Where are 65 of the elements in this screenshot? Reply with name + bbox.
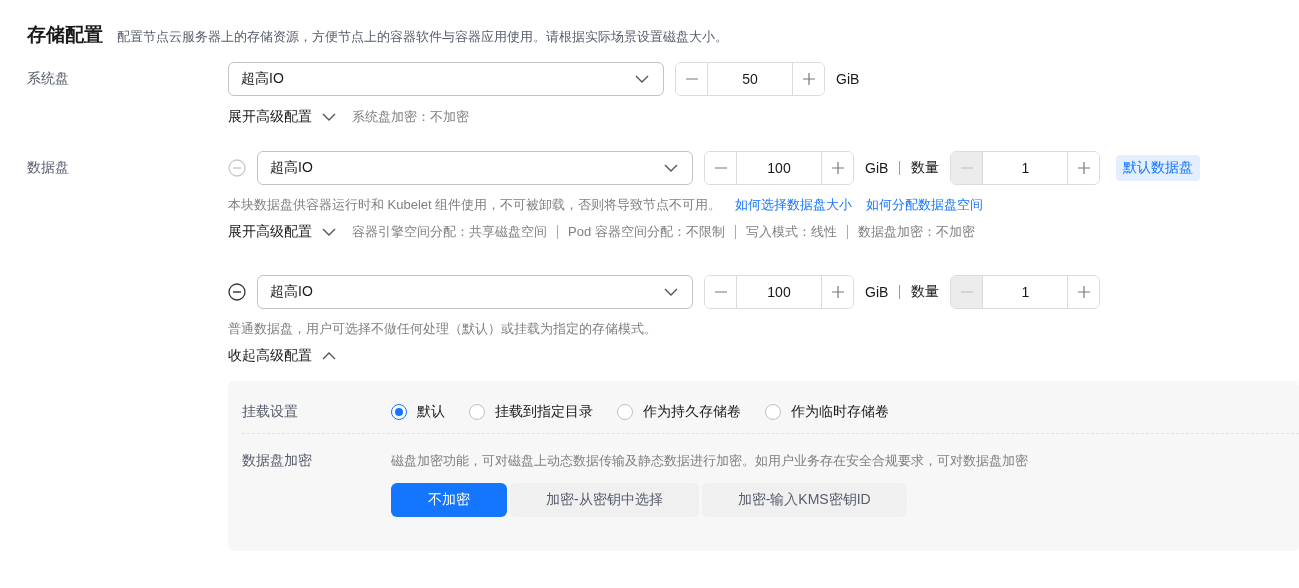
config-summary: Pod 容器空间分配：不限制 [557,225,735,239]
chevron-down-icon [322,228,336,236]
number-stepper[interactable]: 1 [950,275,1101,309]
encryption-description: 磁盘加密功能，可对磁盘上动态数据传输及静态数据进行加密。如用户业务存在安全合规要求，可对数据盘加密 [391,452,1028,470]
count-label: 数量 [911,159,940,177]
chevron-down-icon [664,288,678,296]
radio-option[interactable]: 默认 [391,403,445,421]
stepper-value: 100 [766,159,792,178]
increment-button[interactable] [792,63,824,95]
help-link[interactable]: 如何选择数据盘大小 [735,196,853,214]
field-label: 数据盘加密 [242,452,313,470]
disk-type-select[interactable]: 超高IO [228,62,664,96]
plus-icon [802,73,815,85]
plus-icon [1077,162,1090,174]
increment-button[interactable] [1067,152,1100,184]
advanced-toggle[interactable]: 展开高级配置 [228,223,336,241]
encryption-option[interactable]: 加密-从密钥中选择 [510,483,699,517]
config-summary: 系统盘加密：不加密 [351,110,470,124]
number-stepper[interactable]: 100 [704,151,854,185]
remove-icon[interactable] [228,283,246,301]
advanced-toggle[interactable]: 收起高级配置 [228,347,336,365]
number-stepper[interactable]: 50 [675,62,825,96]
field-label: 数据盘 [27,158,70,177]
field-label: 系统盘 [27,69,70,88]
increment-button[interactable] [1067,276,1100,308]
unit-label: GiB [836,71,860,87]
chevron-down-icon [322,113,336,121]
stepper-value: 1 [1020,283,1031,302]
count-label: 数量 [911,283,940,301]
stepper-value: 50 [741,70,759,89]
advanced-toggle[interactable]: 展开高级配置 [228,108,336,126]
radio-option[interactable]: 作为持久存储卷 [617,403,741,421]
disk-note: 普通数据盘，用户可选择不做任何处理（默认）或挂载为指定的存储模式。 [228,320,657,338]
chevron-down-icon [635,75,649,83]
encryption-option[interactable]: 不加密 [391,483,507,517]
decrement-button[interactable] [705,152,737,184]
chevron-down-icon [664,164,678,172]
config-summary: 容器引擎空间分配：共享磁盘空间 [351,225,548,239]
increment-button[interactable] [821,152,853,184]
radio-option[interactable]: 挂载到指定目录 [469,403,593,421]
decrement-button[interactable] [705,276,737,308]
increment-button[interactable] [821,276,853,308]
plus-icon [831,162,844,174]
number-stepper[interactable]: 1 [950,151,1101,185]
help-link[interactable]: 如何分配数据盘空间 [866,196,984,214]
disk-type-select[interactable]: 超高IO [257,275,693,309]
unit-label: GiB [865,160,889,176]
plus-icon [831,286,844,298]
section-title: 存储配置 [27,23,103,47]
field-label: 挂载设置 [242,403,299,421]
config-summary: 数据盘加密：不加密 [846,225,985,239]
default-tag: 默认数据盘 [1116,155,1201,181]
stepper-value: 1 [1020,159,1031,178]
encryption-option[interactable]: 加密-输入KMS密钥ID [701,483,907,517]
number-stepper[interactable]: 100 [704,275,854,309]
section-description: 配置节点云服务器上的存储资源，方便节点上的容器软件与容器应用使用。请根据实际场景设置磁盘大小。 [117,28,728,46]
disk-type-select[interactable]: 超高IO [257,151,693,185]
config-summary: 写入模式：线性 [734,225,847,239]
disk-note: 本块数据盘供容器运行时和 Kubelet 组件使用，不可被卸载，否则将导致节点不可用。 [228,196,722,214]
unit-label: GiB [865,284,889,300]
stepper-value: 100 [766,283,792,302]
decrement-button[interactable] [676,63,708,95]
plus-icon [1077,286,1090,298]
chevron-up-icon [322,352,336,360]
radio-option[interactable]: 作为临时存储卷 [765,403,889,421]
